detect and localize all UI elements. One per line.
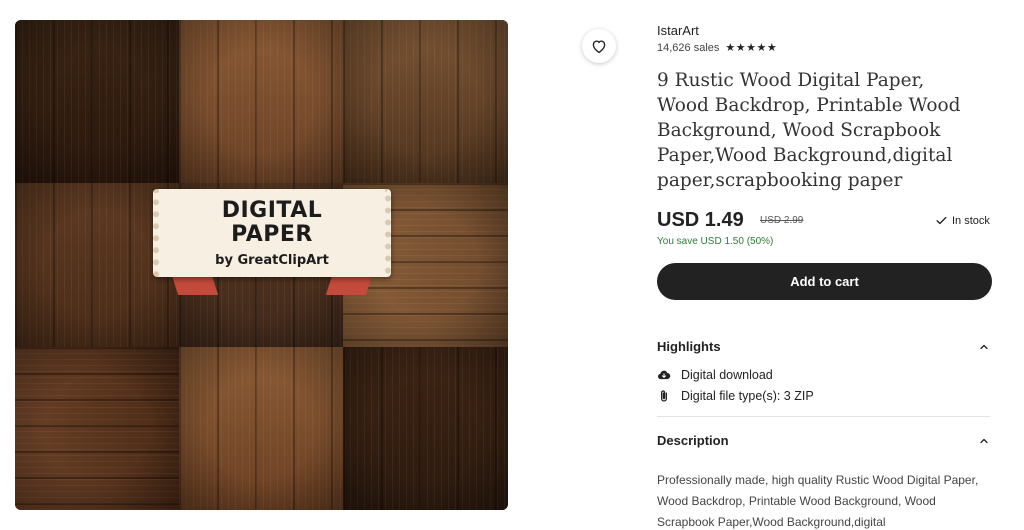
wood-tile xyxy=(343,347,508,510)
stock-status: In stock xyxy=(935,214,990,227)
highlight-file-type: Digital file type(s): 3 ZIP xyxy=(657,389,814,403)
banner-title-line2: PAPER xyxy=(231,222,313,247)
highlights-toggle[interactable]: Highlights xyxy=(657,339,990,354)
original-price: USD 2.99 xyxy=(760,215,804,226)
highlight-digital-download: Digital download xyxy=(657,368,773,382)
current-price: USD 1.49 xyxy=(657,209,744,231)
banner-title: DIGITAL PAPER xyxy=(159,199,385,247)
star-rating-icon[interactable]: ★★★★★ xyxy=(725,41,777,54)
cloud-download-icon xyxy=(657,370,671,380)
checkmark-icon xyxy=(936,216,947,225)
wood-tile xyxy=(179,20,343,183)
heart-outline-icon xyxy=(592,40,606,54)
listing-title: 9 Rustic Wood Digital Paper, Wood Backdr… xyxy=(657,70,961,191)
digital-paper-banner: DIGITAL PAPER by GreatClipArt xyxy=(143,185,401,295)
add-to-cart-button[interactable]: Add to cart xyxy=(657,263,992,300)
wood-tile xyxy=(179,347,343,510)
favorite-button[interactable] xyxy=(582,29,616,63)
wood-tile xyxy=(343,20,508,183)
wood-tile xyxy=(15,20,179,183)
product-image[interactable]: DIGITAL PAPER by GreatClipArt xyxy=(15,20,508,510)
shop-name-link[interactable]: IstarArt xyxy=(657,23,699,38)
paperclip-icon xyxy=(661,390,667,402)
chevron-up-icon xyxy=(980,344,988,349)
highlight-text: Digital download xyxy=(681,368,773,382)
sales-count: 14,626 sales xyxy=(657,41,720,54)
section-divider xyxy=(657,416,990,417)
savings-text: You save USD 1.50 (50%) xyxy=(657,236,774,247)
banner-label: DIGITAL PAPER by GreatClipArt xyxy=(153,189,391,277)
highlights-heading: Highlights xyxy=(657,339,721,354)
description-text: Professionally made, high quality Rustic… xyxy=(657,473,979,529)
description-heading: Description xyxy=(657,433,729,448)
description-toggle[interactable]: Description xyxy=(657,433,990,448)
highlight-text: Digital file type(s): 3 ZIP xyxy=(681,389,814,403)
stock-label: In stock xyxy=(952,214,990,227)
shop-sales-row: 14,626 sales ★★★★★ xyxy=(657,41,777,55)
chevron-up-icon xyxy=(980,438,988,443)
banner-title-line1: DIGITAL xyxy=(221,198,323,223)
banner-subtitle: by GreatClipArt xyxy=(215,253,329,268)
wood-tile xyxy=(15,347,179,510)
